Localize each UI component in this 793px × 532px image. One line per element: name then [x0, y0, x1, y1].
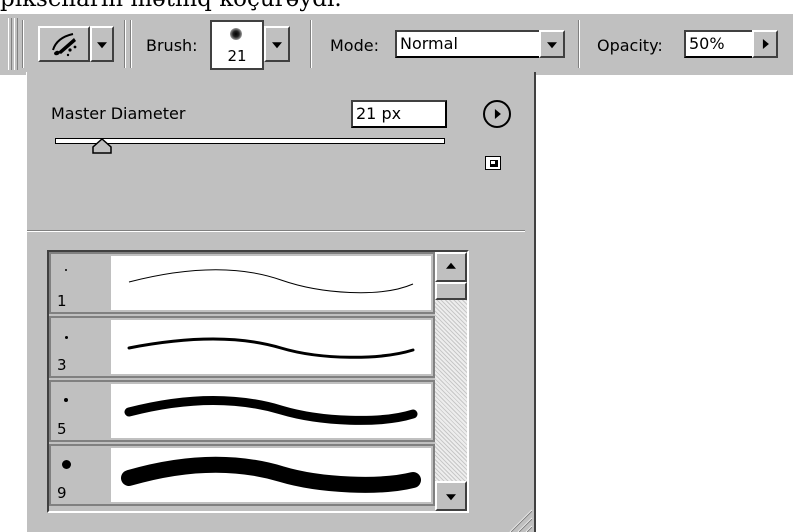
brush-size-label: 5: [57, 420, 67, 438]
tool-preset-dropdown[interactable]: [90, 26, 114, 62]
brush-stroke-preview: [111, 256, 431, 310]
chevron-down-icon: [446, 494, 456, 501]
brush-stroke-preview: [111, 320, 431, 374]
flyout-menu-button[interactable]: [483, 100, 511, 128]
diameter-slider-track[interactable]: [55, 138, 445, 144]
separator: [310, 20, 312, 68]
scroll-up-button[interactable]: [435, 252, 467, 282]
toolbar-grip[interactable]: [8, 18, 12, 70]
brush-tip-icon: [65, 269, 67, 271]
toolbar-grip-2: [14, 18, 18, 70]
brush-tip-icon: [64, 398, 68, 402]
separator: [578, 20, 580, 68]
history-brush-icon: [52, 33, 77, 57]
diameter-field[interactable]: 21 px: [351, 100, 447, 128]
new-preset-icon[interactable]: [485, 156, 501, 170]
opacity-field[interactable]: 50%: [684, 30, 754, 58]
separator: [22, 20, 24, 68]
mode-select[interactable]: Normal: [395, 30, 541, 58]
resize-grip-icon[interactable]: [502, 502, 532, 532]
brush-list[interactable]: 1 3 5 9: [47, 250, 469, 513]
brush-size-label: 9: [57, 484, 67, 502]
tool-preset-button[interactable]: [38, 26, 90, 62]
separator: [124, 20, 126, 68]
chevron-up-icon: [446, 262, 456, 269]
diameter-slider-thumb[interactable]: [92, 138, 112, 154]
brush-size-label: 1: [57, 292, 67, 310]
brush-preset-row[interactable]: 9: [49, 444, 435, 506]
brush-preview-button[interactable]: 21: [210, 20, 264, 70]
brush-preset-row[interactable]: 1: [49, 252, 435, 314]
scroll-thumb[interactable]: [435, 282, 467, 300]
chevron-right-icon: [762, 39, 769, 49]
brush-list-scrollbar[interactable]: [435, 252, 467, 511]
chevron-down-icon: [272, 42, 282, 49]
brush-tip-icon: [65, 336, 68, 339]
brush-preset-row[interactable]: 5: [49, 380, 435, 442]
opacity-slider-button[interactable]: [752, 30, 778, 58]
chevron-down-icon: [547, 42, 557, 49]
scroll-down-button[interactable]: [435, 481, 467, 511]
brush-label: Brush:: [146, 36, 198, 55]
brush-stroke-preview: [111, 448, 431, 502]
brush-picker-dropdown[interactable]: [264, 26, 290, 62]
brush-size-value: 21: [227, 47, 247, 65]
caption-text: pikselların mətinq köçürəydı.: [0, 0, 793, 14]
separator: [130, 20, 132, 68]
brush-stroke-preview: [111, 384, 431, 438]
tool-options-bar: Brush: 21 Mode: Normal Opacity: 50%: [0, 13, 793, 75]
opacity-label: Opacity:: [597, 36, 663, 55]
mode-label: Mode:: [330, 36, 379, 55]
panel-divider: [27, 230, 525, 232]
brush-tip-icon: [230, 28, 242, 40]
master-diameter-label: Master Diameter: [51, 104, 186, 123]
chevron-down-icon: [97, 42, 107, 49]
brush-preset-row[interactable]: 3: [49, 316, 435, 378]
brush-picker-panel: Master Diameter 21 px 1 3 5 9: [26, 72, 536, 532]
brush-tip-icon: [62, 460, 71, 469]
flyout-arrow-icon: [494, 109, 501, 119]
mode-dropdown-button[interactable]: [539, 30, 565, 58]
brush-size-label: 3: [57, 356, 67, 374]
